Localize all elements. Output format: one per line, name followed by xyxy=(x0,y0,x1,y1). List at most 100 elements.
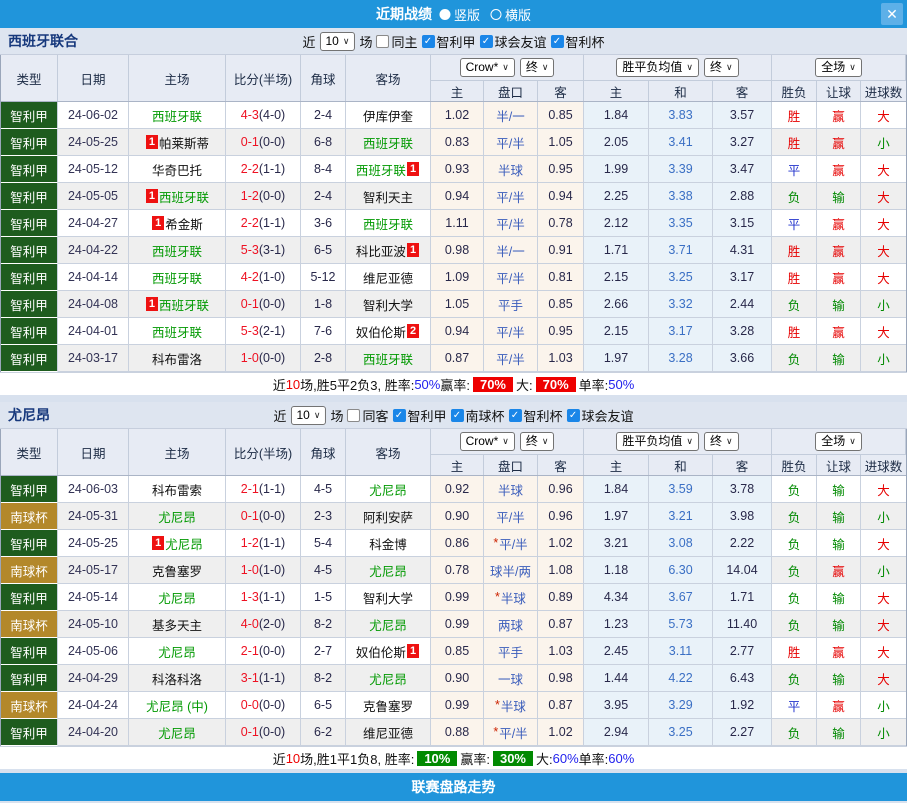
scope-group-header: 全场∨ xyxy=(772,429,906,455)
score-cell: 3-1(1-1) xyxy=(226,665,301,692)
recent-count-select[interactable]: 10∨ xyxy=(290,406,326,425)
chevron-down-icon: ∨ xyxy=(314,408,321,423)
league-checkbox-0[interactable]: ✓智利甲 xyxy=(421,32,475,51)
home-team: 1西班牙联 xyxy=(129,291,226,318)
match-type: 智利甲 xyxy=(1,638,58,665)
halftime-score: (0-0) xyxy=(259,698,285,712)
checkbox-checked-icon: ✓ xyxy=(479,35,492,48)
score-cell: 0-1(0-0) xyxy=(226,129,301,156)
result-goals: 大 xyxy=(861,237,906,264)
result-goals: 小 xyxy=(861,345,906,372)
fulltime-score: 0-1 xyxy=(241,509,259,523)
result-outcome: 负 xyxy=(772,719,817,746)
result-outcome: 负 xyxy=(772,584,817,611)
fulltime-score: 0-0 xyxy=(241,698,259,712)
odds-away: 1.02 xyxy=(538,719,584,746)
close-button[interactable]: ✕ xyxy=(881,3,903,25)
handicap: 半球 xyxy=(484,476,538,503)
same-venue-checkbox[interactable]: 同主 xyxy=(376,32,417,51)
avg-final-select[interactable]: 终∨ xyxy=(704,58,739,77)
odds-final-select[interactable]: 终∨ xyxy=(520,58,555,77)
table-row: 智利甲24-04-081西班牙联0-1(0-0)1-8智利大学1.05平手0.8… xyxy=(1,291,906,318)
odds-source-select[interactable]: Crow*∨ xyxy=(460,432,515,451)
footer-label: 联赛盘路走势 xyxy=(412,777,496,797)
chevron-down-icon: ∨ xyxy=(686,60,693,75)
league-checkbox-2[interactable]: ✓智利杯 xyxy=(509,406,563,425)
home-team: 科布雷洛 xyxy=(129,345,226,372)
avg-away: 3.78 xyxy=(713,476,772,503)
avg-type-select[interactable]: 胜平负均值∨ xyxy=(616,58,699,77)
home-team: 西班牙联 xyxy=(129,318,226,345)
match-date: 24-04-01 xyxy=(58,318,129,345)
avg-home: 1.18 xyxy=(584,557,649,584)
avg-away: 3.15 xyxy=(713,210,772,237)
handicap: 两球 xyxy=(484,611,538,638)
league-checkbox-2[interactable]: ✓智利杯 xyxy=(551,32,605,51)
match-date: 24-03-17 xyxy=(58,345,129,372)
col-header: 客场 xyxy=(346,55,431,101)
match-date: 24-05-17 xyxy=(58,557,129,584)
odds-home: 0.98 xyxy=(431,237,484,264)
recent-count-select[interactable]: 10∨ xyxy=(319,32,355,51)
avg-draw: 3.21 xyxy=(649,503,713,530)
handicap: 一球 xyxy=(484,665,538,692)
league-checkbox-1[interactable]: ✓南球杯 xyxy=(450,406,504,425)
avg-type-select[interactable]: 胜平负均值∨ xyxy=(616,432,699,451)
team-name: 西班牙联合 xyxy=(8,31,78,51)
handicap-label: 平/半 xyxy=(496,268,524,287)
avg-final-select[interactable]: 终∨ xyxy=(704,432,739,451)
layout-radio-1[interactable]: 横版 xyxy=(490,5,531,24)
result-outcome: 胜 xyxy=(772,102,817,129)
table-row: 南球杯24-04-24尤尼昂 (中)0-0(0-0)6-5克鲁塞罗0.99*半球… xyxy=(1,692,906,719)
team-label: 克鲁塞罗 xyxy=(152,561,202,580)
fulltime-score: 0-1 xyxy=(241,135,259,149)
avg-draw: 3.83 xyxy=(649,102,713,129)
summary-segment: 场,胜5平2负3, 胜率: xyxy=(300,375,414,394)
chevron-down-icon: ∨ xyxy=(502,60,509,75)
league-checkbox-1[interactable]: ✓球会友谊 xyxy=(479,32,546,51)
odds-away: 0.96 xyxy=(538,503,584,530)
corners: 1-5 xyxy=(301,584,346,611)
result-handicap: 输 xyxy=(817,530,861,557)
score-cell: 1-3(1-1) xyxy=(226,584,301,611)
handicap: *平/半 xyxy=(484,530,538,557)
result-goals: 大 xyxy=(861,210,906,237)
handicap: *平/半 xyxy=(484,719,538,746)
match-date: 24-05-31 xyxy=(58,503,129,530)
fulltime-score: 2-1 xyxy=(241,482,259,496)
chevron-down-icon: ∨ xyxy=(542,434,549,449)
scope-select[interactable]: 全场∨ xyxy=(815,432,862,451)
chevron-down-icon: ∨ xyxy=(542,60,549,75)
team-label: 西班牙联 xyxy=(159,187,209,206)
sub-col-header: 胜负 xyxy=(772,81,817,101)
avg-home: 1.84 xyxy=(584,476,649,503)
odds-final-select[interactable]: 终∨ xyxy=(520,432,555,451)
away-team: 克鲁塞罗 xyxy=(346,692,431,719)
league-checkbox-3[interactable]: ✓球会友谊 xyxy=(567,406,634,425)
odds-home: 1.11 xyxy=(431,210,484,237)
checkbox-checked-icon: ✓ xyxy=(421,35,434,48)
red-card-badge: 1 xyxy=(407,243,419,257)
result-handicap: 赢 xyxy=(817,129,861,156)
layout-radio-0[interactable]: 竖版 xyxy=(439,5,480,24)
match-type: 南球杯 xyxy=(1,557,58,584)
odds-source-select[interactable]: Crow*∨ xyxy=(460,58,515,77)
corners: 6-8 xyxy=(301,129,346,156)
corners: 8-4 xyxy=(301,156,346,183)
match-type: 智利甲 xyxy=(1,291,58,318)
odds-home: 0.90 xyxy=(431,665,484,692)
scope-select[interactable]: 全场∨ xyxy=(815,58,862,77)
halftime-score: (1-1) xyxy=(259,162,285,176)
match-type: 智利甲 xyxy=(1,345,58,372)
footer-bar[interactable]: 联赛盘路走势 xyxy=(0,773,907,801)
red-card-badge: 1 xyxy=(146,297,158,311)
away-team: 智利大学 xyxy=(346,584,431,611)
table-row: 智利甲24-05-051西班牙联1-2(0-0)2-4智利天主0.94平/半0.… xyxy=(1,183,906,210)
same-venue-checkbox[interactable]: 同客 xyxy=(347,406,388,425)
sub-col-header: 主 xyxy=(584,81,649,101)
away-team: 智利大学 xyxy=(346,291,431,318)
halftime-score: (4-0) xyxy=(259,108,285,122)
handicap: 平/半 xyxy=(484,210,538,237)
score-cell: 2-2(1-1) xyxy=(226,156,301,183)
league-checkbox-0[interactable]: ✓智利甲 xyxy=(392,406,446,425)
